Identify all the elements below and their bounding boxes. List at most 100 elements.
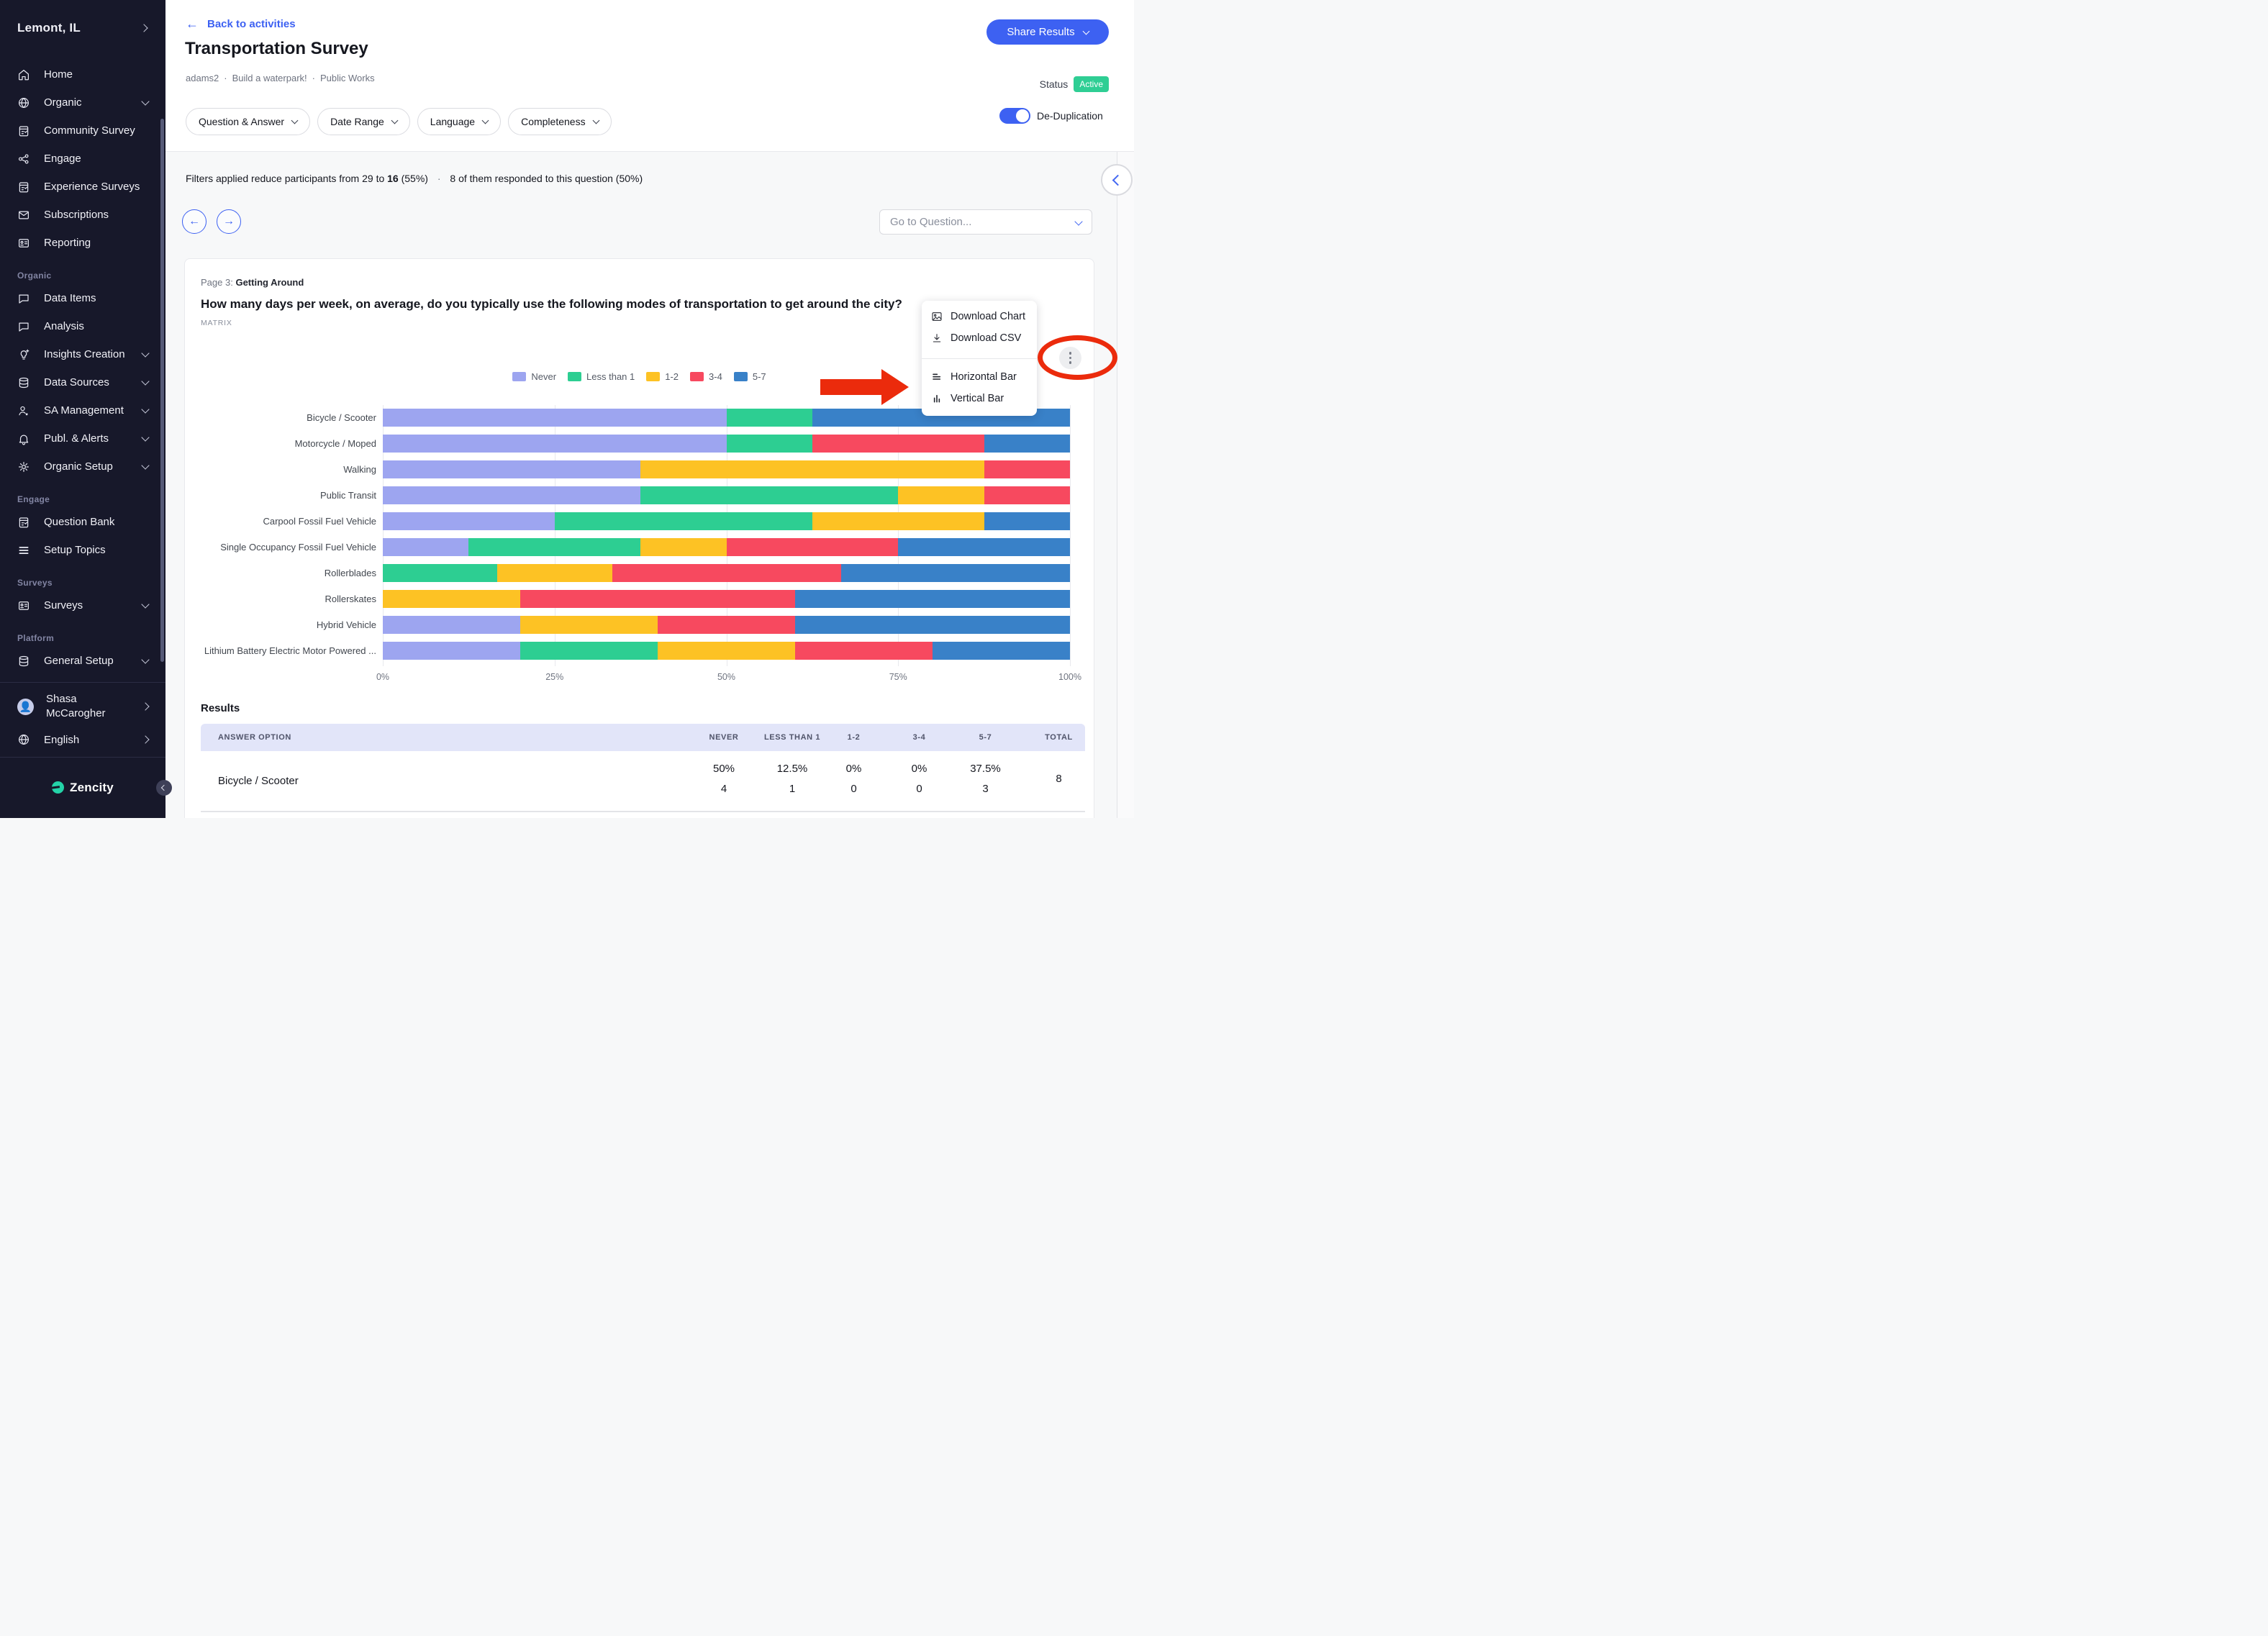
legend-swatch (734, 372, 748, 381)
sidebar-scrollbar[interactable] (160, 119, 164, 662)
sidebar-section-organic: Organic (0, 257, 165, 284)
bar-row[interactable] (383, 538, 1070, 556)
sidebar-collapse-button[interactable] (156, 780, 172, 796)
bar-segment-3-4[interactable] (984, 460, 1070, 478)
user-star-icon (17, 404, 30, 417)
bar-row[interactable] (383, 512, 1070, 530)
sidebar-item-setup-topics[interactable]: Setup Topics (0, 536, 165, 564)
bar-row[interactable] (383, 590, 1070, 608)
bar-segment-less-than-1[interactable] (468, 538, 640, 556)
bar-row[interactable] (383, 486, 1070, 504)
sidebar-item-engage[interactable]: Engage (0, 145, 165, 173)
sidebar-item-general-setup[interactable]: General Setup (0, 647, 165, 675)
bar-segment-never[interactable] (383, 486, 640, 504)
bar-segment-5-7[interactable] (898, 538, 1070, 556)
back-to-activities-link[interactable]: ← Back to activities (186, 17, 296, 30)
bar-segment-less-than-1[interactable] (383, 564, 497, 582)
bar-segment-3-4[interactable] (612, 564, 841, 582)
sidebar-item-publ-alerts[interactable]: Publ. & Alerts (0, 424, 165, 453)
sidebar-item-question-bank[interactable]: Question Bank (0, 508, 165, 536)
workspace-selector[interactable]: Lemont, IL (0, 14, 165, 42)
bar-segment-5-7[interactable] (984, 512, 1070, 530)
kebab-menu-button[interactable] (1059, 347, 1081, 369)
panel-collapse-button[interactable] (1101, 164, 1133, 196)
bar-segment-5-7[interactable] (795, 590, 1070, 608)
bar-segment-never[interactable] (383, 512, 555, 530)
bar-segment-1-2[interactable] (383, 590, 520, 608)
bar-segment-1-2[interactable] (520, 616, 658, 634)
bar-segment-5-7[interactable] (933, 642, 1070, 660)
filter-pill-language[interactable]: Language (417, 108, 501, 135)
workspace-name: Lemont, IL (17, 21, 141, 35)
bar-segment-1-2[interactable] (640, 538, 726, 556)
sidebar-language[interactable]: English (0, 725, 165, 754)
menu-item-horizontal-bar[interactable]: Horizontal Bar (922, 366, 1037, 388)
bar-segment-3-4[interactable] (658, 616, 795, 634)
sidebar-item-surveys[interactable]: Surveys (0, 591, 165, 619)
goto-placeholder: Go to Question... (890, 216, 971, 228)
sidebar-item-label: Setup Topics (44, 544, 150, 556)
sidebar-item-subscriptions[interactable]: Subscriptions (0, 201, 165, 229)
x-axis-tick: 100% (1058, 672, 1081, 682)
bar-segment-1-2[interactable] (640, 460, 984, 478)
share-results-button[interactable]: Share Results (986, 19, 1109, 45)
bar-segment-3-4[interactable] (812, 435, 984, 453)
bar-segment-5-7[interactable] (795, 616, 1070, 634)
sidebar-item-sa-management[interactable]: SA Management (0, 396, 165, 424)
sidebar-item-label: General Setup (44, 655, 142, 667)
filter-pill-completeness[interactable]: Completeness (508, 108, 612, 135)
previous-question-button[interactable]: ← (182, 209, 207, 234)
bar-segment-less-than-1[interactable] (555, 512, 812, 530)
bar-segment-never[interactable] (383, 538, 468, 556)
filter-pill-question-answer[interactable]: Question & Answer (186, 108, 310, 135)
bar-segment-less-than-1[interactable] (727, 409, 812, 427)
bar-segment-never[interactable] (383, 642, 520, 660)
bar-row[interactable] (383, 435, 1070, 453)
sidebar-item-experience-surveys[interactable]: Experience Surveys (0, 173, 165, 201)
menu-item-download-csv[interactable]: Download CSV (922, 327, 1037, 349)
sidebar-item-analysis[interactable]: Analysis (0, 312, 165, 340)
sidebar-item-organic[interactable]: Organic (0, 88, 165, 117)
chevron-right-icon (141, 702, 149, 710)
sidebar-user[interactable]: 👤 Shasa McCarogher (0, 688, 165, 725)
bar-segment-3-4[interactable] (795, 642, 933, 660)
sidebar-item-organic-setup[interactable]: Organic Setup (0, 453, 165, 481)
sidebar-item-data-items[interactable]: Data Items (0, 284, 165, 312)
bar-segment-less-than-1[interactable] (640, 486, 898, 504)
bar-segment-3-4[interactable] (984, 486, 1070, 504)
bar-segment-1-2[interactable] (497, 564, 612, 582)
bar-segment-1-2[interactable] (812, 512, 984, 530)
bar-segment-1-2[interactable] (658, 642, 795, 660)
sidebar-item-reporting[interactable]: Reporting (0, 229, 165, 257)
bar-row[interactable] (383, 460, 1070, 478)
back-label: Back to activities (207, 18, 296, 30)
bar-segment-5-7[interactable] (984, 435, 1070, 453)
bar-segment-never[interactable] (383, 616, 520, 634)
sidebar-item-home[interactable]: Home (0, 60, 165, 88)
bar-segment-3-4[interactable] (727, 538, 899, 556)
bar-row[interactable] (383, 564, 1070, 582)
bar-segment-less-than-1[interactable] (727, 435, 812, 453)
bar-row[interactable] (383, 642, 1070, 660)
filter-pill-date-range[interactable]: Date Range (317, 108, 410, 135)
sidebar-nav: HomeOrganicCommunity SurveyEngageExperie… (0, 60, 165, 675)
bar-segment-3-4[interactable] (520, 590, 795, 608)
de-duplication-toggle[interactable] (999, 108, 1030, 124)
bar-segment-1-2[interactable] (898, 486, 984, 504)
sidebar-section-platform: Platform (0, 619, 165, 647)
bar-segment-never[interactable] (383, 460, 640, 478)
go-to-question-select[interactable]: Go to Question... (879, 209, 1092, 235)
menu-item-download-chart[interactable]: Download Chart (922, 306, 1037, 327)
next-question-button[interactable]: → (217, 209, 241, 234)
bar-segment-never[interactable] (383, 409, 727, 427)
bar-segment-never[interactable] (383, 435, 727, 453)
sidebar-item-insights-creation[interactable]: Insights Creation (0, 340, 165, 368)
brand-logo: Zencity (0, 757, 165, 818)
bar-row[interactable] (383, 616, 1070, 634)
sidebar-item-data-sources[interactable]: Data Sources (0, 368, 165, 396)
sidebar-item-community-survey[interactable]: Community Survey (0, 117, 165, 145)
menu-item-vertical-bar[interactable]: Vertical Bar (922, 388, 1037, 409)
menu-item-label: Download Chart (951, 311, 1025, 322)
bar-segment-less-than-1[interactable] (520, 642, 658, 660)
bar-segment-5-7[interactable] (841, 564, 1070, 582)
